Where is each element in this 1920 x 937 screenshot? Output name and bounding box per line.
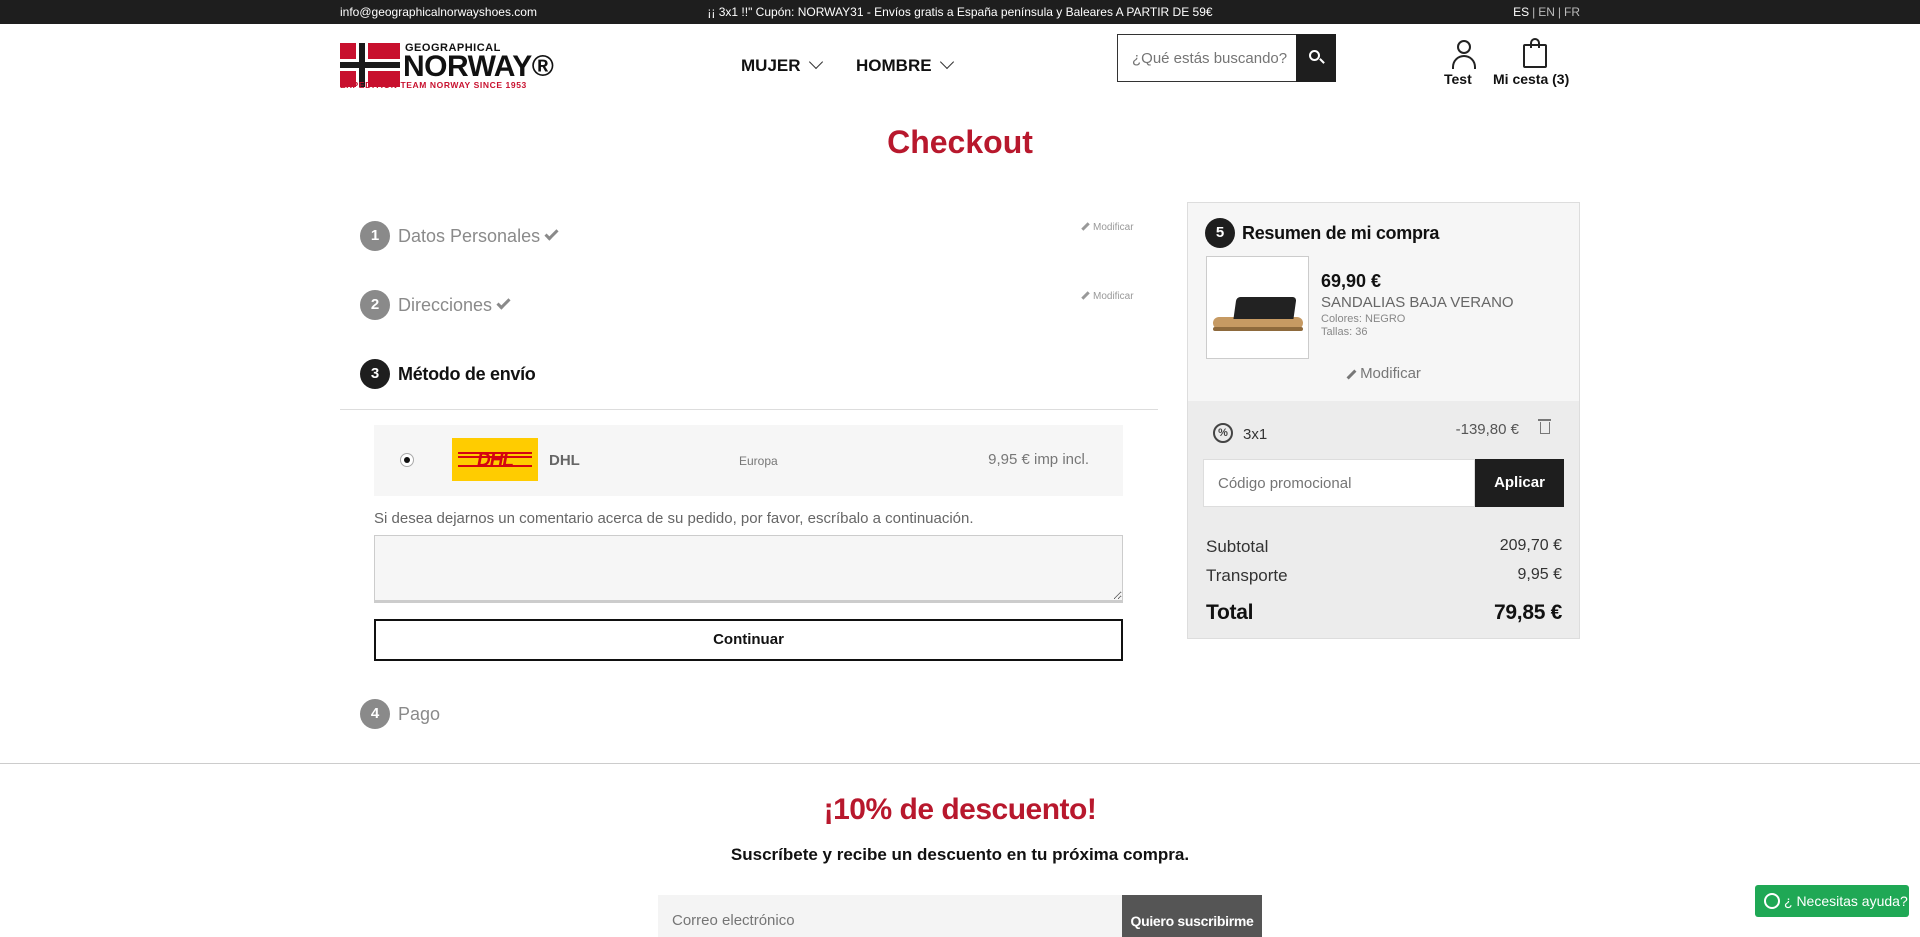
subscribe-button[interactable]: Quiero suscribirme xyxy=(1122,895,1262,937)
shipping-cost-label: Transporte xyxy=(1206,566,1288,585)
pencil-icon xyxy=(1081,291,1090,300)
check-icon xyxy=(544,226,559,241)
summary-title: Resumen de mi compra xyxy=(1242,223,1440,243)
comment-label: Si desea dejarnos un comentario acerca d… xyxy=(374,510,974,527)
section-divider xyxy=(340,409,1158,410)
logo-text-main: NORWAY® xyxy=(403,50,554,83)
step-label: Direcciones xyxy=(398,295,511,316)
promo-code-input[interactable] xyxy=(1203,459,1475,507)
logo-tagline: EXPEDITION TEAM NORWAY SINCE 1953 xyxy=(340,80,527,90)
step-label: Datos Personales xyxy=(398,226,559,247)
discount-label: 3x1 xyxy=(1243,426,1268,443)
brand-logo[interactable]: GEOGRAPHICAL NORWAY® EXPEDITION TEAM NOR… xyxy=(340,40,555,90)
discount-badge-icon: % xyxy=(1213,423,1233,443)
total-label: Total xyxy=(1206,601,1254,624)
newsletter-title: ¡10% de descuento! xyxy=(823,793,1097,826)
dhl-logo: DHL xyxy=(452,438,538,481)
product-image[interactable] xyxy=(1206,256,1309,359)
step-number: 1 xyxy=(360,221,390,251)
nav-item-mujer[interactable]: MUJER xyxy=(741,54,823,76)
total-row: Total 79,85 € xyxy=(1206,601,1562,625)
order-summary: 5 Resumen de mi compra 69,90 € SANDALIAS… xyxy=(1187,202,1580,639)
lang-en[interactable]: EN xyxy=(1538,5,1555,19)
newsletter-subtitle: Suscríbete y recibe un descuento en tu p… xyxy=(730,845,1190,864)
nav-label: HOMBRE xyxy=(856,56,932,75)
order-comment-textarea[interactable] xyxy=(374,535,1123,603)
shipping-cost-value: 9,95 € xyxy=(1517,566,1562,583)
discount-value: -139,80 € xyxy=(1455,421,1519,438)
shipping-price: 9,95 € imp incl. xyxy=(988,451,1089,468)
apply-promo-button[interactable]: Aplicar xyxy=(1475,459,1564,507)
lang-separator: | xyxy=(1532,5,1536,19)
pencil-icon xyxy=(1346,369,1357,380)
step-label: Método de envío xyxy=(398,364,536,384)
product-price: 69,90 € xyxy=(1321,271,1382,291)
user-icon[interactable] xyxy=(1450,40,1478,70)
pencil-icon xyxy=(1081,222,1090,231)
search-input[interactable] xyxy=(1117,34,1296,82)
step-number: 2 xyxy=(360,290,390,320)
search-form xyxy=(1117,34,1336,82)
carrier-name: DHL xyxy=(549,452,580,469)
trash-icon[interactable] xyxy=(1538,419,1551,434)
step-number: 3 xyxy=(360,359,390,389)
product-colors: Colores: NEGRO xyxy=(1321,313,1406,325)
footer-divider xyxy=(0,763,1920,764)
modify-addresses-link[interactable]: Modificar xyxy=(1081,291,1134,302)
lang-fr[interactable]: FR xyxy=(1564,5,1580,19)
nav-item-hombre[interactable]: HOMBRE xyxy=(856,54,954,76)
continue-button[interactable]: Continuar xyxy=(374,619,1123,661)
lang-separator: | xyxy=(1557,5,1561,19)
subtotal-row: Subtotal 209,70 € xyxy=(1206,537,1562,557)
subtotal-label: Subtotal xyxy=(1206,537,1269,556)
account-label[interactable]: Test xyxy=(1444,71,1472,87)
chevron-down-icon xyxy=(939,54,954,70)
whatsapp-icon xyxy=(1764,893,1780,909)
modify-cart-link[interactable]: Modificar xyxy=(1188,365,1579,382)
nav-label: MUJER xyxy=(741,56,801,75)
lang-es[interactable]: ES xyxy=(1513,5,1529,19)
newsletter-email-input[interactable] xyxy=(658,895,1122,937)
whatsapp-help-button[interactable]: ¿ Necesitas ayuda? xyxy=(1755,885,1909,917)
whatsapp-label: ¿ Necesitas ayuda? xyxy=(1784,893,1908,909)
promo-banner: ¡¡ 3x1 !!" Cupón: NORWAY31 - Envíos grat… xyxy=(707,5,1213,19)
product-name: SANDALIAS BAJA VERANO xyxy=(1321,294,1514,311)
language-switcher: ES | EN | FR xyxy=(1513,5,1580,19)
carrier-zone: Europa xyxy=(739,454,778,468)
shipping-cost-row: Transporte 9,95 € xyxy=(1206,566,1562,586)
shipping-radio[interactable] xyxy=(400,453,414,467)
step-number: 4 xyxy=(360,699,390,729)
modify-personal-data-link[interactable]: Modificar xyxy=(1081,222,1134,233)
shipping-option-dhl[interactable]: DHL DHL Europa 9,95 € imp incl. xyxy=(374,425,1123,496)
page-title: Checkout xyxy=(887,124,1033,160)
product-sizes: Tallas: 36 xyxy=(1321,326,1368,338)
chevron-down-icon xyxy=(808,54,823,70)
check-icon xyxy=(496,295,511,310)
search-button[interactable] xyxy=(1296,34,1336,82)
cart-label[interactable]: Mi cesta (3) xyxy=(1493,71,1569,87)
step-number: 5 xyxy=(1205,218,1235,248)
shopping-bag-icon[interactable] xyxy=(1523,38,1547,68)
top-bar: info@geographicalnorwayshoes.com ¡¡ 3x1 … xyxy=(0,0,1920,24)
subtotal-value: 209,70 € xyxy=(1499,537,1562,554)
step-label: Pago xyxy=(398,704,441,724)
total-value: 79,85 € xyxy=(1494,601,1562,624)
